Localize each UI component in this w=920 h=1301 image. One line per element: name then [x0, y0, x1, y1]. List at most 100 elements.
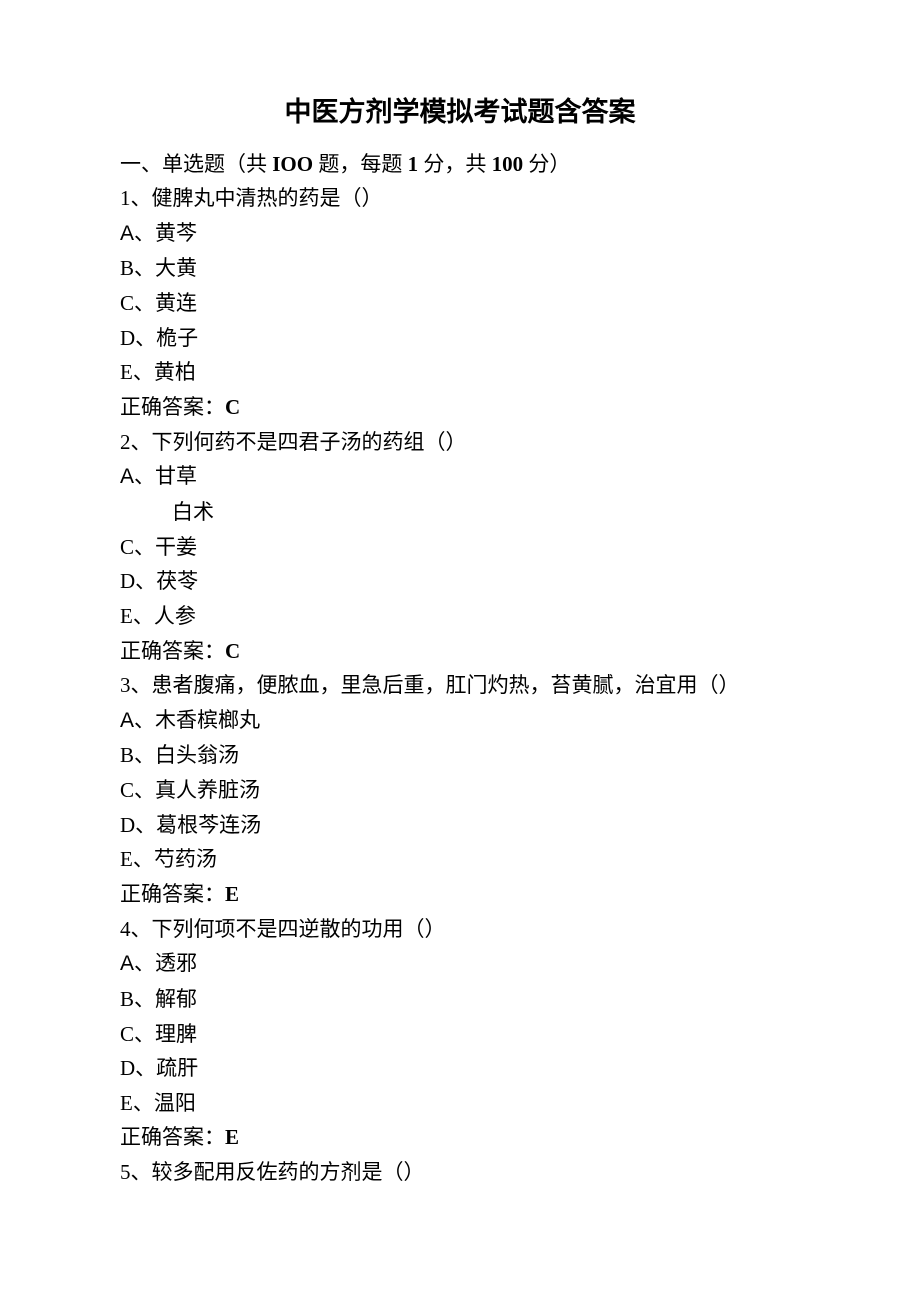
option-sep: 、	[135, 1056, 156, 1080]
answer-value: E	[225, 882, 239, 906]
option-line: A、甘草	[120, 459, 800, 495]
option-line: E、黄柏	[120, 355, 800, 390]
page-title: 中医方剂学模拟考试题含答案	[120, 90, 800, 135]
option-text: 甘草	[155, 464, 197, 488]
answer-line: 正确答案：C	[120, 634, 800, 669]
answer-line: 正确答案：C	[120, 390, 800, 425]
answer-line: 正确答案：E	[120, 877, 800, 912]
question-text: 3、患者腹痛，便脓血，里急后重，肛门灼热，苔黄腻，治宜用（）	[120, 668, 800, 703]
option-line: D、茯苓	[120, 564, 800, 599]
option-label: D	[120, 569, 135, 593]
option-line: D、疏肝	[120, 1051, 800, 1086]
question-number: 1、	[120, 186, 152, 210]
option-line: B、解郁	[120, 982, 800, 1017]
option-label: C	[120, 778, 134, 802]
option-text: 解郁	[155, 987, 197, 1011]
option-text: 木香槟榔丸	[155, 708, 260, 732]
option-sep: 、	[134, 951, 155, 975]
option-line: C、干姜	[120, 530, 800, 565]
option-text: 黄芩	[155, 221, 197, 245]
option-text: 大黄	[155, 256, 197, 280]
option-line: A、木香槟榔丸	[120, 703, 800, 739]
question-body: 下列何药不是四君子汤的药组（）	[152, 430, 467, 454]
question-number: 5、	[120, 1160, 152, 1184]
answer-label: 正确答案：	[120, 639, 225, 663]
option-line: A、透邪	[120, 946, 800, 982]
question-body: 患者腹痛，便脓血，里急后重，肛门灼热，苔黄腻，治宜用（）	[152, 673, 740, 697]
option-label: A	[120, 222, 134, 245]
question-number: 2、	[120, 430, 152, 454]
option-label: B	[120, 743, 134, 767]
option-label: A	[120, 709, 134, 732]
answer-label: 正确答案：	[120, 395, 225, 419]
question-body: 下列何项不是四逆散的功用（）	[152, 917, 446, 941]
question-text: 2、下列何药不是四君子汤的药组（）	[120, 425, 800, 460]
questions-container: 1、健脾丸中清热的药是（）A、黄芩B、大黄C、黄连D、桅子E、黄柏正确答案：C2…	[120, 181, 800, 1190]
question-text: 5、较多配用反佐药的方剂是（）	[120, 1155, 800, 1190]
option-text: 黄连	[155, 291, 197, 315]
option-text: 透邪	[155, 951, 197, 975]
option-label: D	[120, 1056, 135, 1080]
question-text: 1、健脾丸中清热的药是（）	[120, 181, 800, 216]
section-suffix: 分）	[523, 152, 570, 176]
option-text: 桅子	[156, 326, 198, 350]
option-line: C、真人养脏汤	[120, 773, 800, 808]
option-sep: 、	[134, 743, 155, 767]
section-per: 1	[408, 152, 419, 176]
option-line: D、桅子	[120, 321, 800, 356]
question-text: 4、下列何项不是四逆散的功用（）	[120, 912, 800, 947]
option-line: B、大黄	[120, 251, 800, 286]
option-label: B	[120, 256, 134, 280]
section-total: 100	[492, 152, 524, 176]
option-text: 白术	[172, 500, 214, 524]
option-label: E	[120, 604, 133, 628]
answer-label: 正确答案：	[120, 882, 225, 906]
option-label: C	[120, 291, 134, 315]
option-label: B	[120, 987, 134, 1011]
option-line: C、理脾	[120, 1017, 800, 1052]
option-sep: 、	[134, 987, 155, 1011]
option-line: D、葛根芩连汤	[120, 808, 800, 843]
option-sep: 、	[134, 221, 155, 245]
question-number: 4、	[120, 917, 152, 941]
section-prefix: 一、单选题（共	[120, 152, 272, 176]
option-text: 干姜	[155, 535, 197, 559]
option-label: E	[120, 360, 133, 384]
option-sep: 、	[135, 813, 156, 837]
option-sep: 、	[133, 1091, 154, 1115]
answer-value: E	[225, 1125, 239, 1149]
answer-line: 正确答案：E	[120, 1120, 800, 1155]
section-mid1: 题，每题	[313, 152, 408, 176]
option-sep: 、	[135, 326, 156, 350]
option-line: E、温阳	[120, 1086, 800, 1121]
option-sep: 、	[134, 708, 155, 732]
option-sep: 、	[134, 778, 155, 802]
option-label: E	[120, 1091, 133, 1115]
answer-value: C	[225, 395, 240, 419]
option-text: 人参	[154, 604, 196, 628]
option-sep: 、	[133, 360, 154, 384]
answer-label: 正确答案：	[120, 1125, 225, 1149]
option-sep: 、	[134, 535, 155, 559]
option-text: 理脾	[155, 1022, 197, 1046]
option-line: A、黄芩	[120, 216, 800, 252]
option-text: 真人养脏汤	[155, 778, 260, 802]
question-body: 较多配用反佐药的方剂是（）	[152, 1160, 425, 1184]
option-label: A	[120, 465, 134, 488]
option-label: D	[120, 813, 135, 837]
option-line: E、芍药汤	[120, 842, 800, 877]
option-sep: 、	[134, 1022, 155, 1046]
option-label: C	[120, 1022, 134, 1046]
option-sep: 、	[134, 464, 155, 488]
option-text: 芍药汤	[154, 847, 217, 871]
answer-value: C	[225, 639, 240, 663]
option-text: 疏肝	[156, 1056, 198, 1080]
option-text: 黄柏	[154, 360, 196, 384]
section-header: 一、单选题（共 IOO 题，每题 1 分，共 100 分）	[120, 147, 800, 182]
option-text: 葛根芩连汤	[156, 813, 261, 837]
section-mid2: 分，共	[418, 152, 492, 176]
option-line: E、人参	[120, 599, 800, 634]
section-count: IOO	[272, 152, 313, 176]
option-label: C	[120, 535, 134, 559]
option-line: B、白头翁汤	[120, 738, 800, 773]
